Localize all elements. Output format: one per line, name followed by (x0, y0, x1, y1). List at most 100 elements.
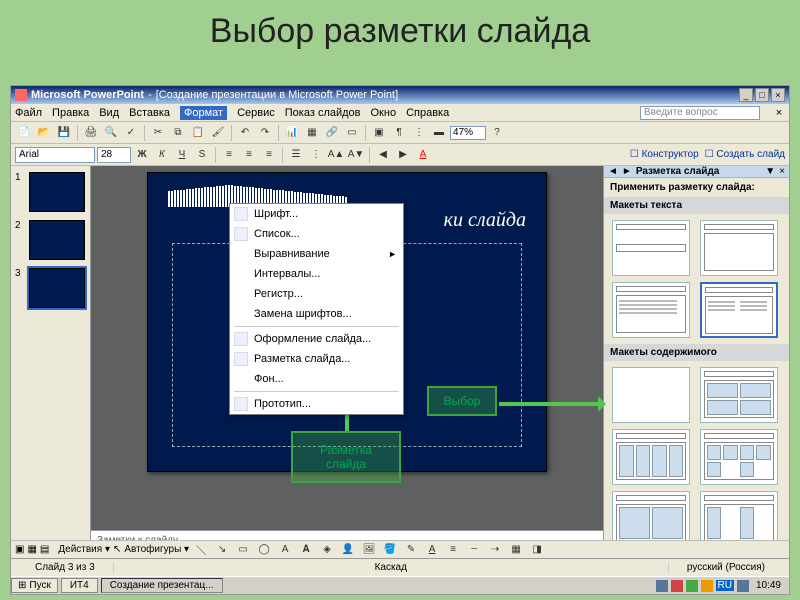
menu-item[interactable]: Оформление слайда... (230, 329, 403, 349)
start-button[interactable]: ⊞Пуск (11, 578, 58, 593)
help-icon[interactable]: ? (488, 124, 506, 142)
arrow-style-icon[interactable]: ⇢ (486, 541, 504, 559)
view-sorter-icon[interactable]: ▦ (27, 544, 36, 555)
increase-font-icon[interactable]: A▲ (327, 146, 345, 164)
close-button[interactable]: × (771, 88, 785, 102)
align-center-icon[interactable]: ≡ (240, 146, 258, 164)
increase-indent-icon[interactable]: ▶ (394, 146, 412, 164)
task-it4[interactable]: ИТ4 (61, 578, 98, 593)
italic-icon[interactable]: К (153, 146, 171, 164)
print-icon[interactable]: 🖨 (82, 124, 100, 142)
tray-icon[interactable] (701, 580, 713, 592)
preview-icon[interactable]: 🔍 (102, 124, 120, 142)
menu-window[interactable]: Окно (371, 107, 397, 119)
hyperlink-icon[interactable]: 🔗 (323, 124, 341, 142)
clipart-icon[interactable]: 👤 (339, 541, 357, 559)
tray-icon[interactable] (686, 580, 698, 592)
redo-icon[interactable]: ↷ (256, 124, 274, 142)
picture-icon[interactable]: 🖼 (360, 541, 378, 559)
lang-indicator[interactable]: RU (716, 580, 734, 591)
expand-icon[interactable]: ▣ (370, 124, 388, 142)
help-question-input[interactable]: Введите вопрос (640, 106, 760, 120)
menu-item[interactable]: Прототип... (230, 394, 403, 414)
menu-item[interactable]: Регистр... (230, 284, 403, 304)
new-icon[interactable]: 📄 (15, 124, 33, 142)
tray-icon[interactable] (656, 580, 668, 592)
cut-icon[interactable]: ✂ (149, 124, 167, 142)
align-left-icon[interactable]: ≡ (220, 146, 238, 164)
menu-tools[interactable]: Сервис (237, 107, 275, 119)
menu-edit[interactable]: Правка (52, 107, 89, 119)
menu-slideshow[interactable]: Показ слайдов (285, 107, 361, 119)
menu-item[interactable]: Разметка слайда... (230, 349, 403, 369)
minimize-button[interactable]: _ (739, 88, 753, 102)
tray-icon[interactable] (671, 580, 683, 592)
new-slide-link[interactable]: ☐ Создать слайд (705, 149, 785, 160)
table-icon[interactable]: ▦ (303, 124, 321, 142)
align-right-icon[interactable]: ≡ (260, 146, 278, 164)
font-select[interactable]: Arial (15, 147, 95, 163)
paste-icon[interactable]: 📋 (189, 124, 207, 142)
view-normal-icon[interactable]: ▣ (15, 544, 24, 555)
wordart-icon[interactable]: 𝐀 (297, 541, 315, 559)
layout-content[interactable] (700, 367, 778, 423)
menu-item[interactable]: Фон... (230, 369, 403, 389)
layout-content-2[interactable] (612, 429, 690, 485)
menu-item[interactable]: Список... (230, 224, 403, 244)
task-powerpoint[interactable]: Создание презентац... (101, 578, 223, 593)
layout-title-body[interactable] (700, 220, 778, 276)
color-icon[interactable]: ▬ (430, 124, 448, 142)
shadow-style-icon[interactable]: ▦ (507, 541, 525, 559)
layout-title-bullets[interactable] (612, 282, 690, 338)
thumb-3[interactable]: 3 (15, 268, 86, 308)
tray-icon[interactable] (737, 580, 749, 592)
fill-color-icon[interactable]: 🪣 (381, 541, 399, 559)
taskpane-close-icon[interactable]: × (779, 166, 785, 177)
grid-icon[interactable]: ⋮ (410, 124, 428, 142)
font-color-icon[interactable]: A (414, 146, 432, 164)
taskpane-fwd-icon[interactable]: ► (622, 166, 632, 177)
chart-icon[interactable]: 📊 (283, 124, 301, 142)
shadow-icon[interactable]: S (193, 146, 211, 164)
layout-title-only[interactable] (612, 220, 690, 276)
decrease-indent-icon[interactable]: ◀ (374, 146, 392, 164)
menu-item[interactable]: Замена шрифтов... (230, 304, 403, 324)
menu-item[interactable]: Интервалы... (230, 264, 403, 284)
layout-blank[interactable] (612, 367, 690, 423)
line-color-icon[interactable]: ✎ (402, 541, 420, 559)
tables-borders-icon[interactable]: ▭ (343, 124, 361, 142)
layout-two-column[interactable] (700, 282, 778, 338)
menu-file[interactable]: Файл (15, 107, 42, 119)
bold-icon[interactable]: Ж (133, 146, 151, 164)
decrease-font-icon[interactable]: A▼ (347, 146, 365, 164)
layout-content-3[interactable] (700, 429, 778, 485)
actions-menu[interactable]: Действия ▾ (58, 544, 110, 555)
designer-link[interactable]: ☐ Конструктор (630, 149, 699, 160)
save-icon[interactable]: 💾 (55, 124, 73, 142)
diagram-icon[interactable]: ◈ (318, 541, 336, 559)
layout-content-5[interactable] (700, 491, 778, 547)
view-slideshow-icon[interactable]: ▤ (40, 544, 49, 555)
numbered-list-icon[interactable]: ☰ (287, 146, 305, 164)
3d-style-icon[interactable]: ◨ (528, 541, 546, 559)
layout-content-4[interactable] (612, 491, 690, 547)
menu-item[interactable]: Шрифт... (230, 204, 403, 224)
undo-icon[interactable]: ↶ (236, 124, 254, 142)
menu-item[interactable]: Выравнивание► (230, 244, 403, 264)
copy-icon[interactable]: ⧉ (169, 124, 187, 142)
taskpane-back-icon[interactable]: ◄ (608, 166, 618, 177)
show-format-icon[interactable]: ¶ (390, 124, 408, 142)
thumb-1[interactable]: 1 (15, 172, 86, 212)
select-icon[interactable]: ↖ (113, 544, 121, 555)
font-color2-icon[interactable]: A (423, 541, 441, 559)
rectangle-icon[interactable]: ▭ (234, 541, 252, 559)
thumb-2[interactable]: 2 (15, 220, 86, 260)
arrow-icon[interactable]: ↘ (213, 541, 231, 559)
bullet-list-icon[interactable]: ⋮ (307, 146, 325, 164)
spellcheck-icon[interactable]: ✓ (122, 124, 140, 142)
mdi-close-button[interactable]: × (773, 107, 785, 119)
autoshapes-menu[interactable]: Автофигуры ▾ (124, 544, 189, 555)
underline-icon[interactable]: Ч (173, 146, 191, 164)
zoom-select[interactable]: 47% (450, 126, 486, 140)
oval-icon[interactable]: ◯ (255, 541, 273, 559)
